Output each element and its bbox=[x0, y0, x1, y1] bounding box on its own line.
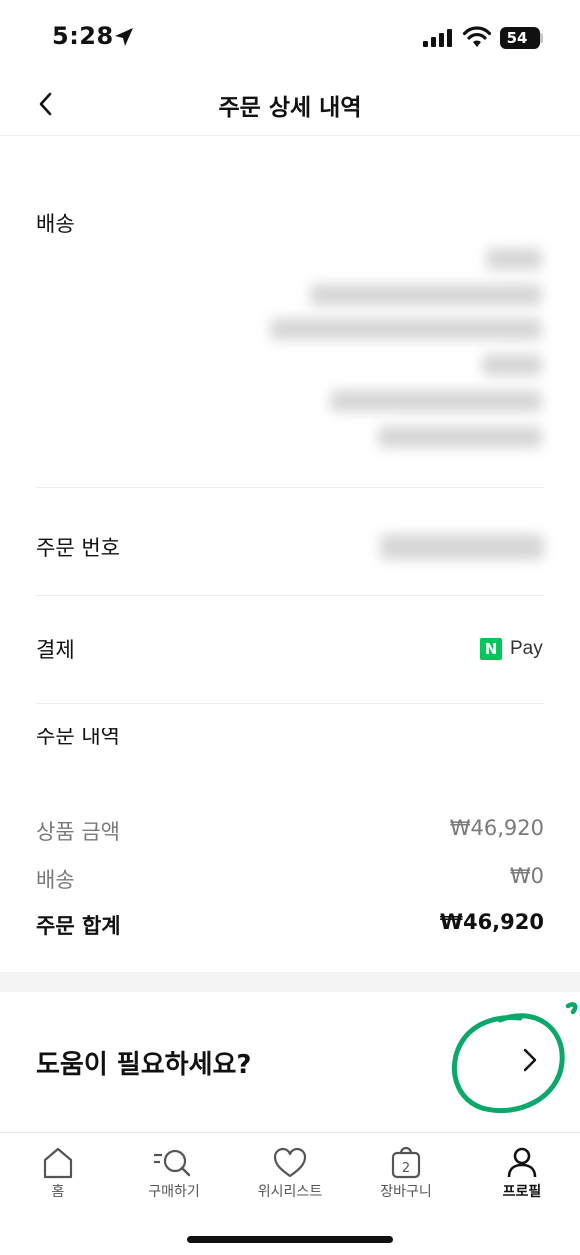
npay-logo-icon: N bbox=[480, 638, 502, 660]
heart-icon bbox=[273, 1147, 307, 1178]
search-list-icon bbox=[154, 1149, 191, 1177]
profile-icon bbox=[507, 1147, 537, 1178]
status-time: 5:28 bbox=[52, 22, 114, 50]
tab-wishlist[interactable]: 위시리스트 bbox=[232, 1133, 348, 1213]
help-text: 도움이 필요하세요? bbox=[36, 1050, 252, 1080]
home-icon bbox=[43, 1147, 73, 1179]
tab-home[interactable]: 홈 bbox=[0, 1133, 116, 1213]
section-separator bbox=[0, 972, 580, 992]
order-total-row: 주문 합계 ₩46,920 bbox=[36, 910, 544, 940]
tab-cart-label: 장바구니 bbox=[380, 1184, 432, 1200]
tab-wishlist-label: 위시리스트 bbox=[257, 1184, 323, 1200]
order-total-value: ₩46,920 bbox=[439, 910, 544, 934]
battery-level: 54 bbox=[506, 29, 528, 47]
shipping-section-title: 배송 bbox=[36, 212, 75, 236]
npay-badge: N Pay bbox=[480, 638, 543, 660]
tab-cart[interactable]: 2 장바구니 bbox=[348, 1133, 464, 1213]
location-arrow-icon bbox=[115, 28, 133, 46]
order-number-redacted bbox=[380, 534, 544, 560]
divider bbox=[36, 595, 544, 596]
nav-header: 주문 상세 내역 bbox=[0, 76, 580, 136]
product-amount-label: 상품 금액 bbox=[36, 820, 120, 844]
tab-shop[interactable]: 구매하기 bbox=[116, 1133, 232, 1213]
tab-home-label: 홈 bbox=[51, 1184, 65, 1200]
battery-tip bbox=[540, 33, 543, 43]
cellular-signal-icon bbox=[423, 29, 452, 47]
product-amount-value: ₩46,920 bbox=[449, 816, 544, 840]
divider bbox=[36, 703, 544, 704]
battery-icon: 54 bbox=[500, 27, 540, 49]
tab-profile[interactable]: 프로필 bbox=[464, 1133, 580, 1213]
cart-badge-count: 2 bbox=[402, 1161, 410, 1176]
home-indicator bbox=[187, 1236, 393, 1243]
shipping-fee-value: ₩0 bbox=[509, 864, 544, 888]
product-amount-row: 상품 금액 ₩46,920 bbox=[36, 816, 544, 846]
payment-label: 결제 bbox=[36, 638, 75, 662]
page-title: 주문 상세 내역 bbox=[218, 95, 362, 121]
tab-profile-label: 프로필 bbox=[502, 1184, 542, 1200]
order-number-label: 주문 번호 bbox=[36, 536, 120, 560]
bag-icon: 2 bbox=[391, 1146, 421, 1179]
annotation-circle bbox=[451, 1002, 578, 1114]
tab-shop-label: 구매하기 bbox=[148, 1184, 200, 1200]
order-details-heading-cutoff: 주문 내역 bbox=[36, 728, 120, 748]
wifi-icon bbox=[462, 26, 492, 47]
status-bar: 5:28 54 bbox=[0, 0, 580, 76]
order-total-label: 주문 합계 bbox=[36, 914, 121, 938]
npay-text: Pay bbox=[510, 638, 543, 659]
shipping-fee-row: 배송 ₩0 bbox=[36, 864, 544, 894]
shipping-fee-label: 배송 bbox=[36, 868, 75, 892]
divider bbox=[36, 487, 544, 488]
